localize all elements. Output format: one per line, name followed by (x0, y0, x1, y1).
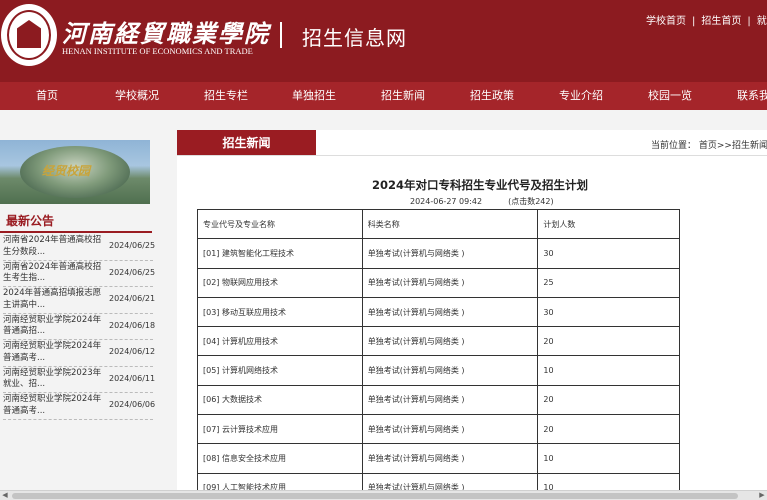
notice-date: 2024/06/25 (109, 267, 156, 277)
plan-count-cell: 30 (537, 296, 680, 328)
main-nav: 首页 学校概况 招生专栏 单独招生 招生新闻 招生政策 专业介绍 校园一览 联系… (0, 82, 767, 110)
school-logo[interactable] (1, 4, 57, 66)
nav-item-independent-admission[interactable]: 单独招生 (292, 82, 336, 110)
top-link-separator: | (692, 16, 696, 27)
nav-item-admission-column[interactable]: 招生专栏 (204, 82, 248, 110)
major-cell: [05] 计算机网络技术 (197, 355, 363, 386)
table-row: [03] 移动互联应用技术 单独考试(计算机与网络类 ) 30 (197, 296, 680, 328)
column-header: 计划人数 (537, 208, 680, 240)
category-cell: 单独考试(计算机与网络类 ) (361, 384, 539, 416)
major-cell: [07] 云计算技术应用 (197, 414, 363, 445)
category-cell: 单独考试(计算机与网络类 ) (361, 267, 539, 298)
notice-link[interactable]: 河南经贸职业学院2023年就业、招... (3, 368, 103, 391)
top-link-school-home[interactable]: 学校首页 (646, 12, 686, 27)
notice-link[interactable]: 河南经贸职业学院2024年普通高考... (3, 394, 103, 417)
top-links: 学校首页 | 招生首页 | 就业 (646, 12, 767, 27)
article-date: 2024-06-27 09:42 (410, 197, 483, 206)
table-row: [08] 信息安全技术应用 单独考试(计算机与网络类 ) 10 (197, 443, 680, 474)
enrollment-plan-table: 专业代号及专业名称 科类名称 计划人数 [01] 建筑智能化工程技术 单独考试(… (197, 208, 680, 500)
notice-link[interactable]: 2024年普通高招填报志愿主讲高中... (3, 288, 103, 311)
category-cell: 单独考试(计算机与网络类 ) (361, 355, 539, 386)
header-divider (280, 22, 282, 48)
category-cell: 单独考试(计算机与网络类 ) (361, 326, 539, 357)
major-cell: [03] 移动互联应用技术 (197, 296, 363, 328)
plan-count-cell: 20 (537, 414, 680, 445)
top-link-employment[interactable]: 就业 (757, 12, 767, 27)
top-link-separator: | (747, 16, 751, 27)
notice-item[interactable]: 河南省2024年普通高校招生考生指... 2024/06/25 (3, 261, 156, 287)
plan-count-cell: 25 (537, 267, 680, 298)
notice-date: 2024/06/12 (109, 347, 156, 356)
major-cell: [01] 建筑智能化工程技术 (197, 238, 363, 269)
plan-count-cell: 20 (537, 384, 680, 416)
notice-date: 2024/06/06 (109, 400, 156, 409)
major-cell: [06] 大数据技术 (197, 384, 363, 416)
top-link-admission-home[interactable]: 招生首页 (701, 12, 741, 27)
nav-item-majors[interactable]: 专业介绍 (559, 82, 603, 110)
category-cell: 单独考试(计算机与网络类 ) (361, 238, 539, 269)
article-hits: (点击数242) (508, 197, 554, 206)
category-cell: 单独考试(计算机与网络类 ) (361, 296, 539, 328)
table-header-row: 专业代号及专业名称 科类名称 计划人数 (197, 208, 680, 240)
major-cell: [04] 计算机应用技术 (197, 326, 363, 357)
notice-item[interactable]: 河南省2024年普通高校招生分数段... 2024/06/25 (3, 234, 156, 261)
notice-link[interactable]: 河南经贸职业学院2024年普通高招... (3, 315, 103, 338)
nav-item-about[interactable]: 学校概况 (115, 82, 159, 110)
major-cell: [02] 物联网应用技术 (197, 267, 363, 298)
notice-item[interactable]: 河南经贸职业学院2024年普通高招... 2024/06/18 (3, 314, 156, 340)
nav-item-home[interactable]: 首页 (36, 82, 58, 110)
notice-link[interactable]: 河南经贸职业学院2024年普通高考... (3, 341, 103, 364)
plan-count-cell: 30 (537, 238, 680, 269)
scrollbar-thumb[interactable] (12, 493, 738, 499)
notice-list: 河南省2024年普通高校招生分数段... 2024/06/25 河南省2024年… (3, 234, 156, 420)
notice-item[interactable]: 河南经贸职业学院2024年普通高考... 2024/06/12 (3, 340, 156, 367)
notice-heading: 最新公告 (6, 214, 55, 228)
site-title: 招生信息网 (302, 26, 407, 50)
horizontal-scrollbar[interactable]: ◀ ▶ (0, 490, 767, 500)
plan-count-cell: 10 (537, 355, 680, 386)
notice-date: 2024/06/25 (109, 241, 156, 250)
nav-item-admission-policy[interactable]: 招生政策 (470, 82, 514, 110)
school-name-cn[interactable]: 河南経貿職業學院 (62, 14, 270, 49)
nav-item-campus[interactable]: 校园一览 (648, 82, 692, 110)
main-content: 招生新闻 当前位置： 首页>>招生新闻>>正 2024年对口专科招生专业代号及招… (177, 130, 767, 500)
notice-item[interactable]: 2024年普通高招填报志愿主讲高中... 2024/06/21 (3, 287, 156, 314)
campus-banner[interactable]: 经贸校园 (0, 140, 150, 204)
article-title: 2024年对口专科招生专业代号及招生计划 (371, 178, 588, 192)
notice-link[interactable]: 河南省2024年普通高校招生分数段... (3, 235, 103, 258)
table-row: [01] 建筑智能化工程技术 单独考试(计算机与网络类 ) 30 (197, 238, 680, 269)
table-row: [06] 大数据技术 单独考试(计算机与网络类 ) 20 (197, 384, 680, 416)
plan-count-cell: 20 (537, 326, 680, 357)
notice-divider (0, 231, 152, 233)
category-cell: 单独考试(计算机与网络类 ) (361, 414, 539, 445)
scroll-left-arrow-icon[interactable]: ◀ (0, 491, 10, 500)
notice-link[interactable]: 河南省2024年普通高校招生考生指... (3, 262, 103, 285)
category-divider (177, 155, 767, 156)
article-meta: 2024-06-27 09:42 (点击数242) (410, 196, 554, 207)
major-cell: [08] 信息安全技术应用 (197, 443, 363, 474)
table-row: [05] 计算机网络技术 单独考试(计算机与网络类 ) 10 (197, 355, 680, 386)
table-row: [04] 计算机应用技术 单独考试(计算机与网络类 ) 20 (197, 326, 680, 357)
notice-date: 2024/06/18 (109, 320, 156, 330)
scroll-right-arrow-icon[interactable]: ▶ (757, 491, 767, 500)
notice-date: 2024/06/11 (109, 373, 156, 383)
table-row: [07] 云计算技术应用 单独考试(计算机与网络类 ) 20 (197, 414, 680, 445)
notice-date: 2024/06/21 (109, 294, 156, 303)
nav-item-contact[interactable]: 联系我 (737, 82, 767, 110)
notice-item[interactable]: 河南经贸职业学院2024年普通高考... 2024/06/06 (3, 393, 156, 420)
category-tab[interactable]: 招生新闻 (177, 130, 316, 156)
column-header: 专业代号及专业名称 (197, 208, 363, 240)
banner-caption: 经贸校园 (42, 164, 91, 178)
category-cell: 单独考试(计算机与网络类 ) (361, 443, 539, 474)
site-header: 河南経貿職業學院 HENAN INSTITUTE OF ECONOMICS AN… (0, 0, 767, 82)
table-row: [02] 物联网应用技术 单独考试(计算机与网络类 ) 25 (197, 267, 680, 298)
notice-item[interactable]: 河南经贸职业学院2023年就业、招... 2024/06/11 (3, 367, 156, 393)
plan-count-cell: 10 (537, 443, 680, 474)
breadcrumb[interactable]: 当前位置： 首页>>招生新闻>>正 (651, 138, 767, 151)
column-header: 科类名称 (361, 208, 539, 240)
school-name-en: HENAN INSTITUTE OF ECONOMICS AND TRADE (62, 46, 253, 56)
nav-item-admission-news[interactable]: 招生新闻 (381, 82, 425, 110)
